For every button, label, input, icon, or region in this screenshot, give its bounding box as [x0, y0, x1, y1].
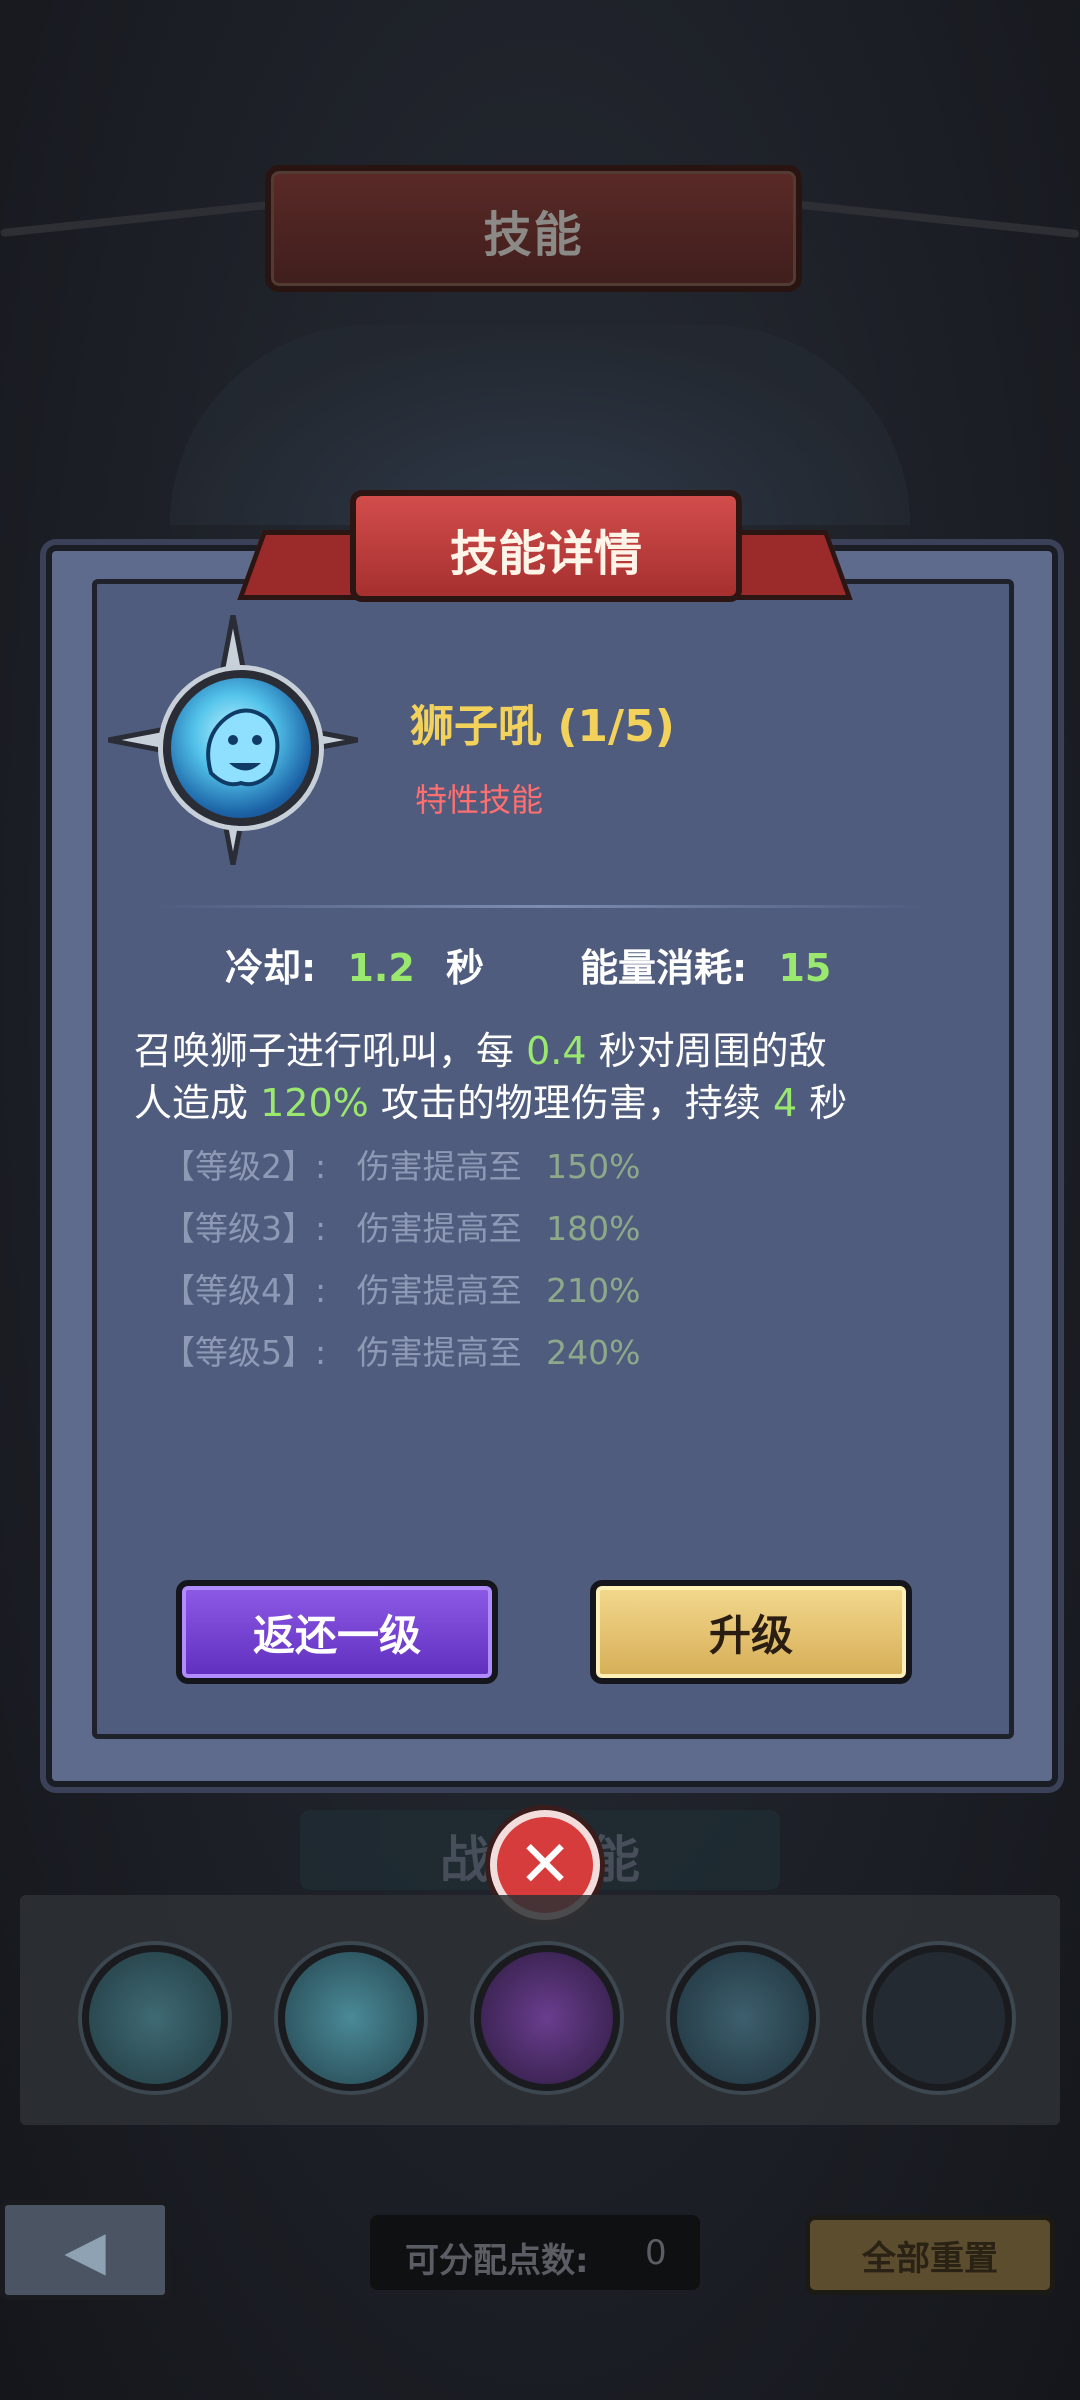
- lion-roar-slot-icon[interactable]: [278, 1945, 424, 2091]
- description-text: 攻击的物理伤害，持续: [380, 1081, 761, 1125]
- fist-skill-icon[interactable]: [82, 1945, 228, 2091]
- dialog-title-plate: 技能详情: [350, 490, 742, 602]
- purple-skill-icon[interactable]: [474, 1945, 620, 2091]
- level-upgrade-line: 【等级3】: 伤害提高至 180%: [162, 1202, 640, 1250]
- cooldown-stat: 冷却: 1.2 秒: [225, 937, 484, 992]
- level-label: 【等级2】:: [162, 1147, 327, 1186]
- level-text: 伤害提高至: [356, 1333, 522, 1372]
- skill-points-value: 0: [645, 2233, 667, 2273]
- level-text: 伤害提高至: [356, 1209, 522, 1248]
- back-arrow-icon[interactable]: ◀: [0, 2200, 170, 2300]
- energy-cost-label: 能量消耗:: [580, 946, 748, 990]
- reset-all-button[interactable]: 全部重置: [805, 2215, 1055, 2295]
- skills-page-title: 技能: [483, 207, 584, 263]
- dialog-title: 技能详情: [449, 526, 642, 582]
- description-damage-value: 120%: [260, 1081, 369, 1125]
- description-text: 人造成: [134, 1081, 249, 1125]
- description-text: 秒: [809, 1081, 848, 1125]
- level-text: 伤害提高至: [356, 1147, 522, 1186]
- skill-name: 狮子吼 (1/5): [410, 701, 675, 752]
- level-value: 210%: [546, 1271, 641, 1310]
- upgrade-button[interactable]: 升级: [590, 1580, 912, 1684]
- dialog-header-ribbon: 技能详情: [237, 490, 853, 602]
- level-upgrade-line: 【等级5】: 伤害提高至 240%: [162, 1326, 640, 1374]
- empty-skill-slot[interactable]: [866, 1945, 1012, 2091]
- level-label: 【等级5】:: [162, 1333, 327, 1372]
- rune-skill-icon[interactable]: [670, 1945, 816, 2091]
- lion-roar-icon: [163, 670, 319, 826]
- cooldown-unit: 秒: [446, 946, 485, 990]
- description-interval-value: 0.4: [526, 1029, 587, 1073]
- description-text: 召唤狮子进行吼叫，每: [134, 1029, 515, 1073]
- skill-description: 召唤狮子进行吼叫，每 0.4 秒对周围的敌 人造成 120% 攻击的物理伤害，持…: [134, 1025, 954, 1129]
- level-value: 240%: [546, 1333, 641, 1372]
- skill-type-label: 特性技能: [415, 781, 544, 819]
- level-value: 150%: [546, 1147, 641, 1186]
- level-upgrade-line: 【等级2】: 伤害提高至 150%: [162, 1140, 640, 1188]
- level-value: 180%: [546, 1209, 641, 1248]
- cooldown-label: 冷却:: [225, 946, 317, 990]
- level-text: 伤害提高至: [356, 1271, 522, 1310]
- skill-icon-frame: [108, 615, 358, 865]
- refund-level-button[interactable]: 返还一级: [176, 1580, 498, 1684]
- skills-page-banner: 技能: [265, 165, 802, 292]
- energy-cost-stat: 能量消耗: 15: [580, 937, 831, 992]
- description-duration-value: 4: [772, 1081, 798, 1125]
- description-text: 秒对周围的敌: [598, 1029, 827, 1073]
- divider: [150, 905, 930, 908]
- energy-cost-value: 15: [778, 946, 832, 990]
- skill-points-panel: 可分配点数: 0: [370, 2215, 700, 2290]
- level-label: 【等级4】:: [162, 1271, 327, 1310]
- cooldown-value: 1.2: [347, 946, 415, 990]
- level-label: 【等级3】:: [162, 1209, 327, 1248]
- level-upgrade-line: 【等级4】: 伤害提高至 210%: [162, 1264, 640, 1312]
- skill-points-label: 可分配点数:: [405, 2241, 589, 2281]
